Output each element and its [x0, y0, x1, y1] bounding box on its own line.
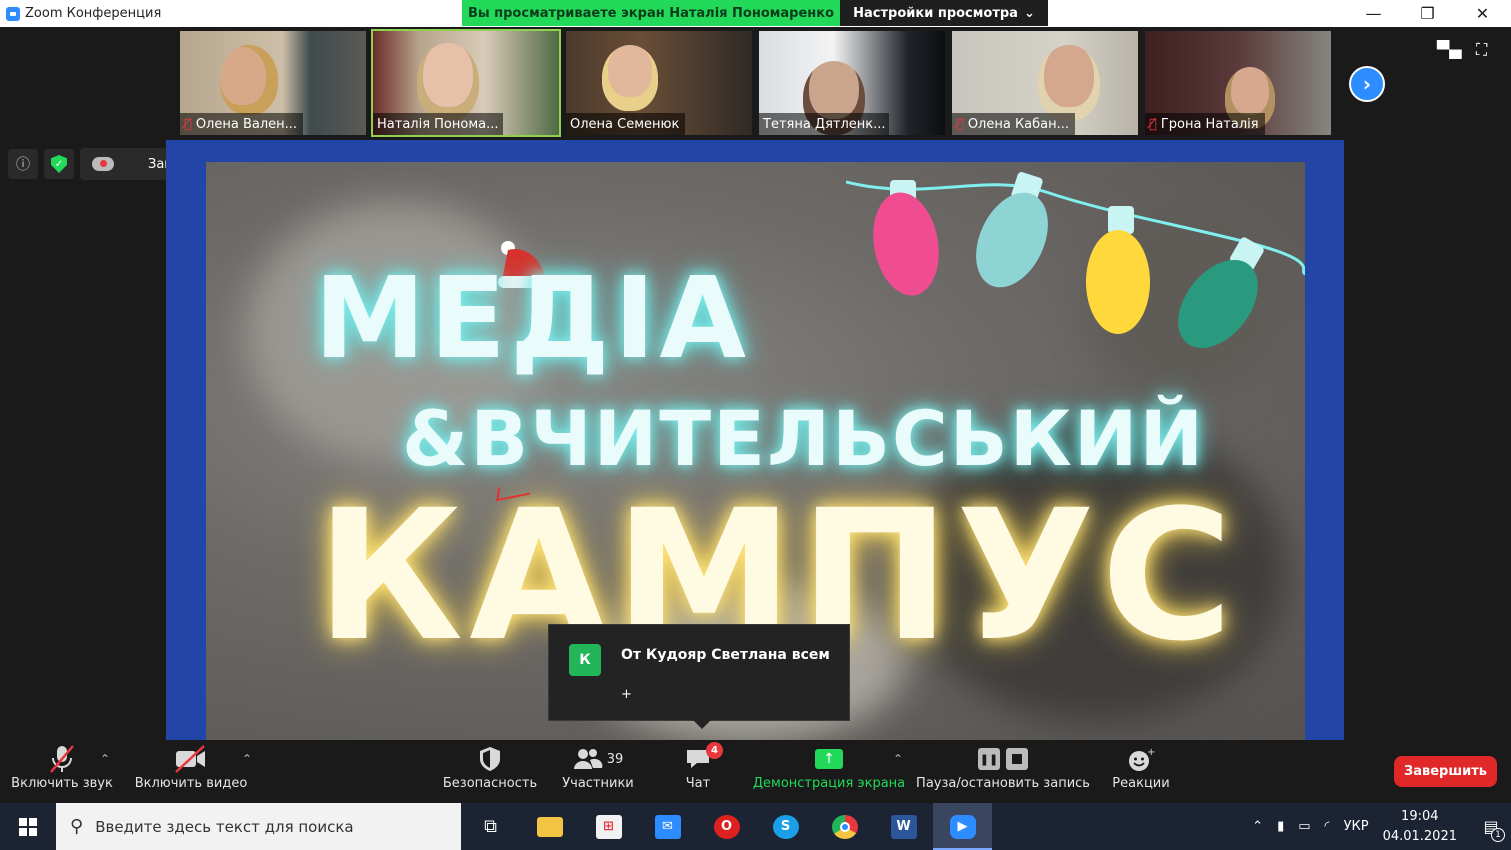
share-banner: Вы просматриваете экран Наталія Пономаре…: [462, 0, 840, 26]
chrome-icon[interactable]: [815, 803, 874, 850]
participants-count: 39: [606, 751, 624, 767]
mic-muted-icon: [48, 742, 76, 776]
cloud-record-icon: [92, 157, 114, 171]
start-video-button[interactable]: Включить видео: [134, 742, 248, 802]
participant-tile[interactable]: 🎙̸ Олена Вален...: [178, 29, 368, 137]
chat-label: Чат: [685, 776, 711, 791]
zoom-app-icon[interactable]: ▶: [933, 803, 992, 850]
chat-button[interactable]: 4 Чат: [676, 742, 723, 802]
slide-title-media: МЕДІА: [314, 254, 751, 384]
reactions-label: Реакции: [1112, 776, 1170, 791]
mic-muted-icon: 🎙̸: [184, 116, 192, 132]
window-title: Zoom Конференция: [25, 6, 162, 21]
chat-sender: От Кудояр Светлана всем: [621, 647, 830, 663]
start-video-label: Включить видео: [134, 776, 248, 791]
svg-text:+: +: [1147, 747, 1155, 758]
chat-unread-badge: 4: [706, 742, 723, 759]
slide-title-teacher: &ВЧИТЕЛЬСЬКИЙ: [402, 394, 1206, 483]
windows-logo-icon: [19, 817, 37, 836]
close-button[interactable]: ✕: [1455, 0, 1510, 27]
view-options-button[interactable]: Настройки просмотра ⌄: [840, 0, 1048, 26]
participant-tile[interactable]: 🎙̸ Олена Кабан...: [950, 29, 1140, 137]
language-indicator[interactable]: УКР: [1344, 819, 1369, 834]
system-tray: ⌃ ▮ ▭ ◜ УКР 19:04 04.01.2021 ▤ 1: [1252, 803, 1511, 850]
participant-tile[interactable]: Тетяна Дятленк...: [757, 29, 947, 137]
participant-tile[interactable]: 🎙̸ Грона Наталія: [1143, 29, 1333, 137]
participant-strip: 🎙̸ Олена Вален... Наталія Понома... Олена…: [178, 29, 1333, 137]
share-options-caret[interactable]: ⌃: [893, 752, 903, 766]
unmute-label: Включить звук: [11, 776, 113, 791]
mail-icon[interactable]: ✉: [638, 803, 697, 850]
chat-message: +: [621, 687, 632, 702]
clock[interactable]: 19:04 04.01.2021: [1383, 807, 1457, 847]
mic-muted-icon: 🎙̸: [1149, 116, 1157, 132]
view-options-label: Настройки просмотра: [853, 5, 1018, 21]
usb-device-icon[interactable]: ▮: [1277, 819, 1284, 834]
notification-center-icon[interactable]: ▤ 1: [1471, 803, 1511, 850]
avatar: К: [569, 644, 601, 676]
chevron-down-icon: ⌄: [1023, 5, 1035, 21]
fullscreen-icon[interactable]: ⛶: [1476, 40, 1487, 60]
opera-icon[interactable]: O: [697, 803, 756, 850]
meeting-toolbar: Включить звук ⌃ Включить видео ⌃ Безопас…: [0, 742, 1511, 802]
minimize-button[interactable]: —: [1346, 0, 1401, 27]
video-off-icon: [174, 742, 208, 776]
participant-name: Наталія Понома...: [377, 116, 499, 132]
skype-icon[interactable]: S: [756, 803, 815, 850]
next-page-button[interactable]: ›: [1349, 66, 1385, 102]
search-placeholder: Введите здесь текст для поиска: [95, 817, 354, 836]
pause-stop-recording-label: Пауза/остановить запись: [916, 776, 1090, 791]
windows-taskbar: ⚲ Введите здесь текст для поиска ⧉ ⊞ ✉ O…: [0, 803, 1511, 850]
mic-muted-icon: 🎙̸: [956, 116, 964, 132]
clock-date: 04.01.2021: [1382, 828, 1457, 844]
participants-icon: 39: [573, 742, 624, 776]
participant-tile[interactable]: Олена Семенюк: [564, 29, 754, 137]
store-icon[interactable]: ⊞: [579, 803, 638, 850]
layout-toggle-icon[interactable]: ▀▄: [1437, 40, 1462, 59]
participants-label: Участники: [562, 776, 634, 791]
file-explorer-icon[interactable]: [520, 803, 579, 850]
share-screen-label: Демонстрация экрана: [752, 776, 906, 791]
info-icon[interactable]: ⓘ: [8, 149, 38, 179]
participant-name: Олена Семенюк: [570, 116, 680, 132]
clock-time: 19:04: [1401, 808, 1439, 824]
security-button[interactable]: Безопасность: [442, 742, 538, 802]
participant-name: Грона Наталія: [1160, 116, 1259, 132]
wifi-icon[interactable]: ◜: [1325, 819, 1330, 834]
video-options-caret[interactable]: ⌃: [242, 752, 252, 766]
participant-name: Олена Кабан...: [967, 116, 1070, 132]
christmas-lights-icon: [846, 172, 1305, 349]
share-screen-icon: ↑: [815, 742, 843, 776]
participant-name: Тетяна Дятленк...: [763, 116, 886, 132]
task-view-icon[interactable]: ⧉: [461, 803, 520, 850]
start-button[interactable]: [0, 803, 56, 850]
maximize-button[interactable]: ❐: [1400, 0, 1455, 27]
chat-notification[interactable]: К От Кудояр Светлана всем +: [548, 624, 850, 729]
search-icon: ⚲: [70, 816, 84, 837]
share-screen-button[interactable]: ↑ Демонстрация экрана: [752, 742, 906, 802]
chat-bubble-icon: 4: [685, 742, 723, 776]
smiley-plus-icon: +: [1127, 742, 1155, 776]
word-icon[interactable]: W: [874, 803, 933, 850]
audio-options-caret[interactable]: ⌃: [100, 752, 110, 766]
notification-count: 1: [1491, 828, 1505, 842]
battery-icon[interactable]: ▭: [1298, 819, 1310, 834]
zoom-logo-icon: [6, 6, 20, 21]
participants-button[interactable]: 39 Участники: [562, 742, 634, 802]
pause-icon: ❚❚: [978, 748, 1000, 770]
tray-chevron-up-icon[interactable]: ⌃: [1252, 819, 1263, 834]
stop-icon: [1006, 748, 1028, 770]
participant-name: Олена Вален...: [195, 116, 298, 132]
shield-icon: [478, 742, 502, 776]
participant-tile[interactable]: Наталія Понома...: [371, 29, 561, 137]
security-label: Безопасность: [442, 776, 538, 791]
encryption-shield-icon[interactable]: ✓: [44, 149, 74, 179]
end-meeting-button[interactable]: Завершить: [1394, 756, 1497, 787]
pause-stop-recording-button[interactable]: ❚❚ Пауза/остановить запись: [916, 742, 1090, 802]
chevron-right-icon: ›: [1362, 72, 1372, 96]
unmute-button[interactable]: Включить звук: [10, 742, 114, 802]
taskbar-search[interactable]: ⚲ Введите здесь текст для поиска: [56, 803, 461, 850]
reactions-button[interactable]: + Реакции: [1110, 742, 1172, 802]
